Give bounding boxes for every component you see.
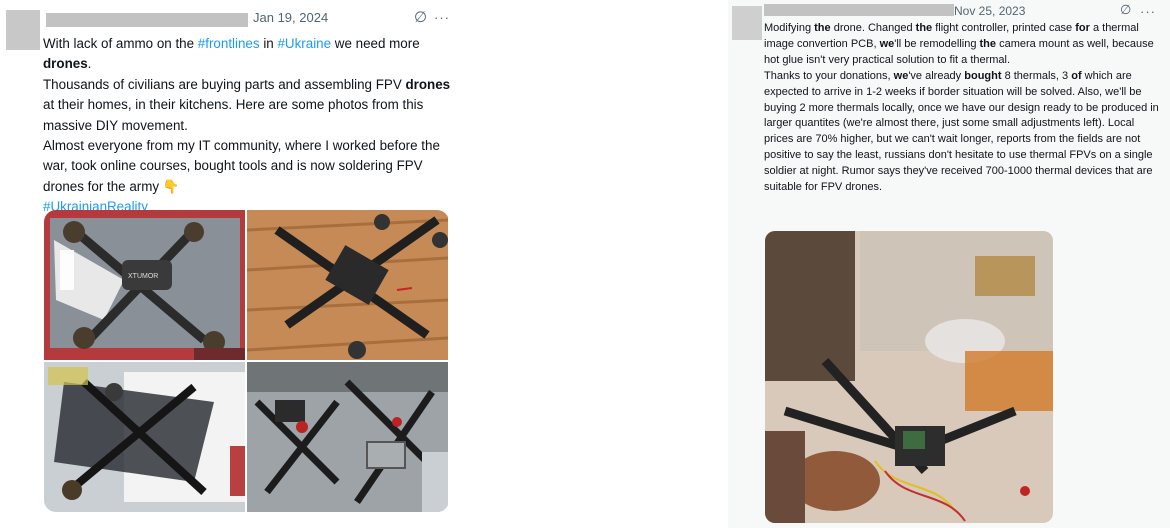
avatar[interactable] <box>732 6 762 40</box>
hashtag-frontlines[interactable]: #frontlines <box>198 36 260 51</box>
drone-frame-on-table-photo[interactable] <box>247 210 448 360</box>
tweet-text: With lack of ammo on the #frontlines in … <box>43 36 451 215</box>
more-options-icon[interactable]: ··· <box>1140 4 1156 19</box>
tweet-left: Jan 19, 2024 ∅ ··· With lack of ammo on … <box>0 0 455 528</box>
drone-parts-packaging-photo[interactable] <box>44 362 245 512</box>
drones-on-workbench-photo[interactable] <box>247 362 448 512</box>
pointing-down-emoji: 👇 <box>162 178 180 194</box>
more-options-icon[interactable]: ··· <box>434 10 450 25</box>
grok-icon[interactable]: ∅ <box>1120 2 1131 18</box>
drone-modification-photo[interactable] <box>765 231 1053 523</box>
tweet-date[interactable]: Nov 25, 2023 <box>954 4 1025 18</box>
tweet-date[interactable]: Jan 19, 2024 <box>253 10 328 25</box>
redacted-username[interactable] <box>46 13 248 27</box>
tweet-right: Nov 25, 2023 ∅ ··· Modifying the drone. … <box>728 0 1170 528</box>
grok-icon[interactable]: ∅ <box>414 8 427 26</box>
avatar[interactable] <box>6 10 40 50</box>
tweet-media-grid: XTUMOR <box>44 210 449 512</box>
tweet-text: Modifying the drone. Changed the flight … <box>764 22 1159 194</box>
redacted-username[interactable] <box>764 4 954 16</box>
hashtag-ukraine[interactable]: #Ukraine <box>277 36 331 51</box>
drone-frame-on-box-photo[interactable]: XTUMOR <box>44 210 245 360</box>
frame-logo-text: XTUMOR <box>128 273 158 280</box>
